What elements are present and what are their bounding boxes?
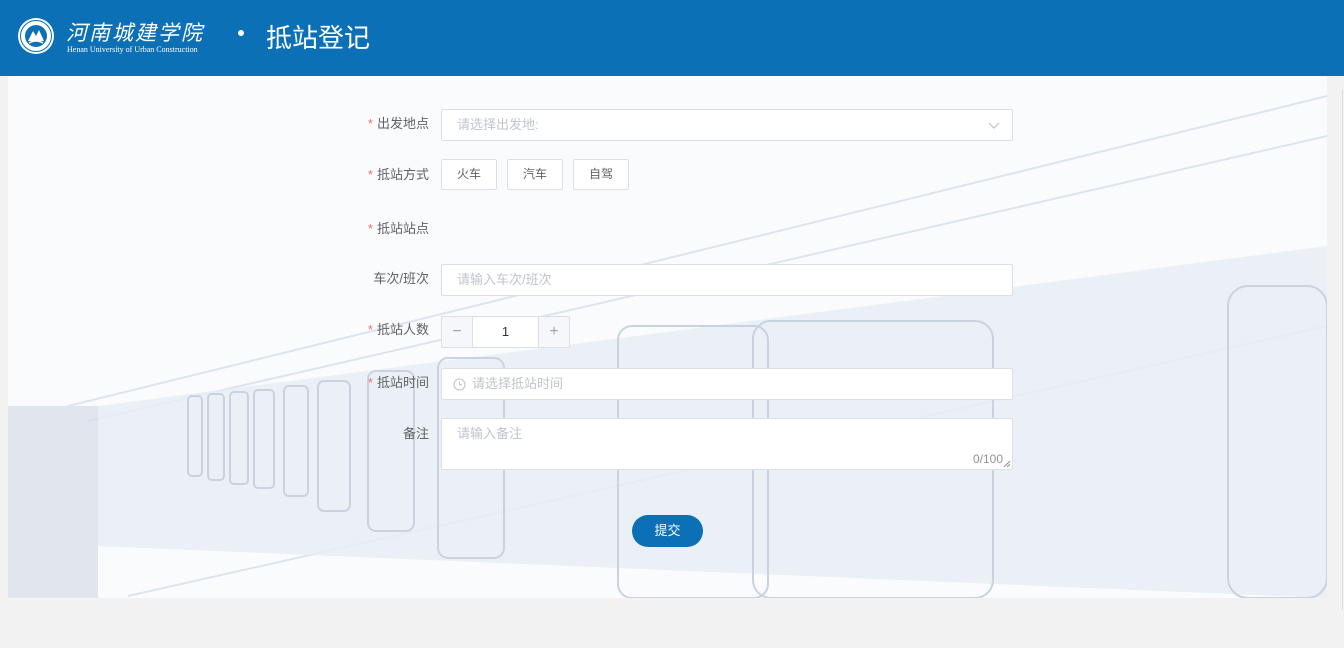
arrival-count-label: * 抵站人数	[367, 322, 429, 337]
train-number-input[interactable]: 请输入车次/班次	[441, 264, 1013, 296]
departure-select[interactable]: 请选择出发地:	[441, 109, 1013, 141]
arrival-count-input[interactable]: 1	[473, 316, 538, 348]
remark-placeholder: 请输入备注	[457, 426, 523, 441]
arrival-method-label: * 抵站方式	[367, 167, 429, 182]
app-header: 河南城建学院 Henan University of Urban Constru…	[0, 0, 1344, 76]
departure-placeholder: 请选择出发地:	[457, 117, 539, 132]
scrollbar-track	[1342, 90, 1343, 610]
arrival-time-label: * 抵站时间	[367, 375, 429, 390]
remark-char-counter: 0/100	[972, 452, 1003, 466]
arrival-station-label: * 抵站站点	[367, 221, 429, 236]
header-separator	[238, 30, 244, 36]
train-number-label: 车次/班次	[373, 271, 429, 286]
arrival-time-picker[interactable]: 请选择抵站时间	[441, 368, 1013, 400]
increase-button[interactable]: +	[538, 316, 570, 348]
remark-label: 备注	[402, 426, 429, 441]
page-title: 抵站登记	[266, 23, 371, 53]
logo-chinese-name: 河南城建学院	[66, 21, 204, 45]
resize-handle-icon[interactable]	[1003, 460, 1011, 468]
chevron-down-icon	[988, 122, 1000, 129]
clock-icon	[453, 378, 466, 391]
university-seal-icon	[18, 18, 54, 54]
remark-textarea[interactable]: 请输入备注 0/100	[441, 418, 1013, 470]
decrease-button[interactable]: −	[441, 316, 473, 348]
method-option-train[interactable]: 火车	[441, 159, 497, 190]
method-option-self-drive[interactable]: 自驾	[573, 159, 629, 190]
submit-button[interactable]: 提交	[632, 515, 703, 547]
train-number-placeholder: 请输入车次/班次	[457, 272, 552, 287]
departure-label: * 出发地点	[367, 116, 429, 131]
method-option-bus[interactable]: 汽车	[507, 159, 563, 190]
arrival-time-placeholder: 请选择抵站时间	[472, 376, 564, 391]
logo-english-name: Henan University of Urban Construction	[67, 45, 198, 54]
